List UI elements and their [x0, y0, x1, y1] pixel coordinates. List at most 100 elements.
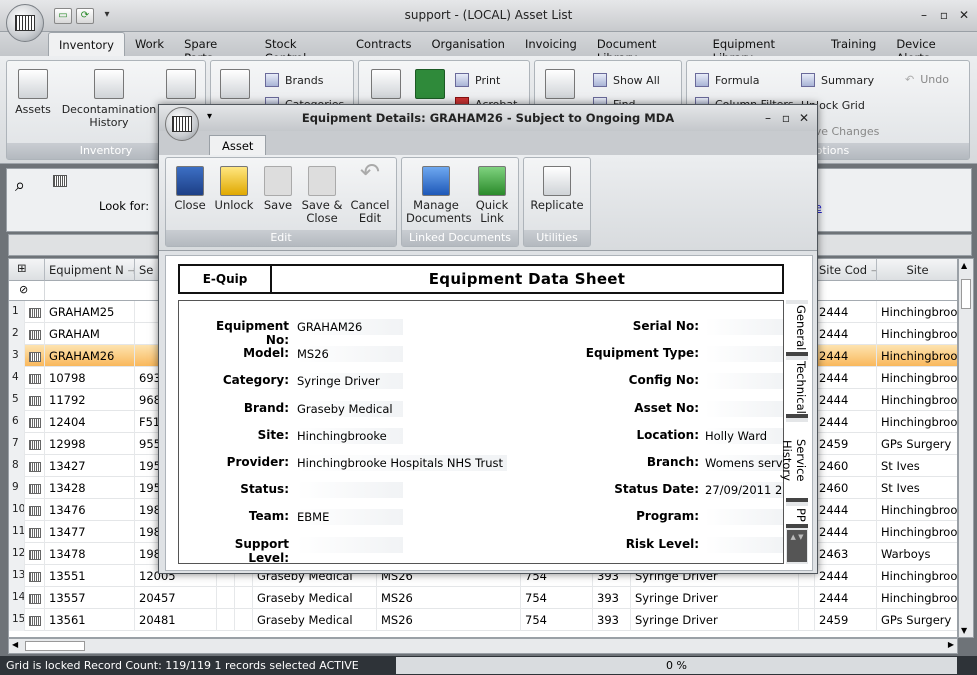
scroll-thumb[interactable] — [961, 279, 971, 309]
save-close-button[interactable]: Save & Close — [300, 166, 344, 225]
assets-button[interactable]: Assets — [13, 69, 53, 116]
binoculars-icon[interactable]: ⌕ — [15, 175, 25, 196]
tab-contracts[interactable]: Contracts — [346, 32, 421, 56]
maximize-button[interactable]: ▫ — [934, 6, 954, 24]
tab-stock-control[interactable]: Stock Control — [255, 32, 346, 65]
vtab-pp[interactable]: PP — [786, 506, 808, 528]
cell-site: GPs Surgery — [877, 609, 957, 631]
tab-organisation[interactable]: Organisation — [422, 32, 515, 56]
filter-row-icon[interactable]: ⊘ — [9, 281, 45, 301]
tab-training[interactable]: Training — [821, 32, 886, 56]
field-value[interactable] — [705, 509, 783, 526]
header-site[interactable]: Site — [877, 259, 957, 281]
field-value[interactable]: Hinchingbrooke Hospitals NHS Trust — [297, 455, 507, 471]
barcode-icon — [15, 15, 35, 31]
scroll-down-icon[interactable]: ▼ — [961, 626, 967, 635]
field-value[interactable] — [705, 373, 783, 390]
tab-asset[interactable]: Asset — [209, 135, 267, 155]
tab-invoicing[interactable]: Invoicing — [515, 32, 587, 56]
unlock-button[interactable]: Unlock — [212, 166, 256, 212]
brands-button[interactable]: Brands — [265, 73, 324, 87]
funnel-button[interactable] — [543, 69, 577, 103]
excel-button[interactable] — [413, 69, 447, 103]
tab-device-alerts[interactable]: Device Alerts — [886, 32, 977, 65]
cell-c1: Graseby Medical — [253, 609, 377, 631]
barcode-icon — [29, 373, 41, 384]
table-row[interactable]: 15 13561 20481 Graseby Medical MS26 754 393 Syr… — [9, 609, 957, 631]
cell-n: 15 — [9, 609, 25, 631]
replicate-button[interactable]: Replicate — [528, 166, 586, 212]
field-value[interactable]: EBME — [297, 509, 403, 526]
dialog-minimize-button[interactable]: – — [759, 109, 777, 127]
cell-site: Hinchingbrook — [877, 345, 957, 367]
undo-button[interactable]: ↶ Undo — [905, 73, 949, 86]
decontamination-history-button[interactable]: Decontamination History — [59, 69, 159, 129]
header-site-code[interactable]: Site Cod ⊣ — [815, 259, 877, 281]
field-value[interactable] — [705, 400, 783, 417]
scroll-left-icon[interactable]: ◀ — [12, 640, 18, 649]
cell-sc: 2444 — [815, 521, 877, 543]
cancel-edit-button[interactable]: ↶ Cancel Edit — [346, 160, 394, 225]
cell-sc: 2444 — [815, 367, 877, 389]
field-value[interactable] — [297, 482, 403, 499]
close-dialog-button[interactable]: Close — [170, 166, 210, 212]
tab-inventory[interactable]: Inventory — [48, 32, 125, 56]
close-button[interactable]: ✕ — [954, 6, 974, 24]
barcode-icon — [25, 433, 45, 455]
column-chooser-icon[interactable]: ⊞ — [9, 259, 45, 281]
printer-icon — [455, 73, 469, 87]
show-all-button[interactable]: Show All — [593, 73, 660, 87]
scroll-right-icon[interactable]: ▶ — [948, 640, 954, 649]
dialog-close-button[interactable]: ✕ — [795, 109, 813, 127]
tab-work[interactable]: Work — [125, 32, 174, 56]
dialog-maximize-button[interactable]: ▫ — [777, 109, 795, 127]
table-row[interactable]: 14 13557 20457 Graseby Medical MS26 754 393 Syr… — [9, 587, 957, 609]
barcode-icon[interactable] — [53, 175, 67, 187]
cell-eq: 13477 — [45, 521, 135, 543]
tab-spare-parts[interactable]: Spare Parts — [174, 32, 255, 65]
formula-button[interactable]: Formula — [695, 73, 759, 87]
field-value[interactable]: GRAHAM26 — [297, 319, 403, 335]
quick-link-button[interactable]: Quick Link — [470, 166, 514, 225]
vtab-service-history[interactable]: Service History — [780, 422, 808, 502]
header-equipment-no[interactable]: Equipment N ⊣ — [45, 259, 135, 281]
chart-button[interactable] — [217, 69, 253, 103]
shield-button[interactable] — [163, 69, 199, 103]
dialog-menu-button[interactable] — [165, 107, 199, 141]
field-value[interactable]: Hinchingbrooke — [297, 427, 403, 444]
clipboard-button[interactable] — [369, 69, 403, 103]
vtab-general[interactable]: General — [786, 304, 808, 356]
field-value[interactable]: Holly Ward — [705, 427, 783, 444]
manage-documents-button[interactable]: Manage Documents — [406, 166, 472, 225]
dialog-tabs: Asset — [159, 131, 817, 155]
cell-x1 — [217, 609, 235, 631]
field-value[interactable]: Womens service — [705, 455, 783, 471]
tab-document-library[interactable]: Document Library — [587, 32, 703, 65]
app-menu-button[interactable] — [6, 4, 44, 42]
scroll-thumb[interactable] — [25, 641, 85, 651]
barcode-icon — [29, 439, 41, 450]
horizontal-scrollbar[interactable]: ◀ ▶ — [8, 638, 958, 654]
summary-button[interactable]: Summary — [801, 73, 874, 87]
field-value[interactable] — [705, 319, 783, 335]
tab-equipment-library[interactable]: Equipment Library — [703, 32, 821, 65]
look-for-label: Look for: — [99, 199, 150, 213]
cell-sc: 2444 — [815, 323, 877, 345]
cell-n: 13 — [9, 565, 25, 587]
field-value[interactable] — [705, 346, 783, 363]
vertical-scrollbar[interactable]: ▲ ▼ — [958, 258, 974, 638]
scroll-up-icon[interactable]: ▲ — [961, 261, 967, 270]
field-value[interactable] — [297, 536, 403, 553]
print-button[interactable]: Print — [455, 73, 500, 87]
field-value[interactable]: MS26 — [297, 346, 403, 363]
field-value[interactable]: 27/09/2011 21: — [705, 482, 783, 499]
chevron-down-icon[interactable]: ▾ — [207, 111, 212, 122]
minimize-button[interactable]: – — [914, 6, 934, 24]
vtab-technical[interactable]: Technical — [786, 360, 808, 418]
ribbon-tabs: Inventory Work Spare Parts Stock Control… — [0, 32, 977, 65]
field-value[interactable]: Syringe Driver — [297, 373, 403, 390]
form-scroll-buttons[interactable]: ▲ ▼ — [787, 530, 807, 562]
save-button[interactable]: Save — [258, 166, 298, 212]
field-value[interactable]: Graseby Medical — [297, 400, 403, 417]
field-value[interactable] — [705, 536, 783, 553]
